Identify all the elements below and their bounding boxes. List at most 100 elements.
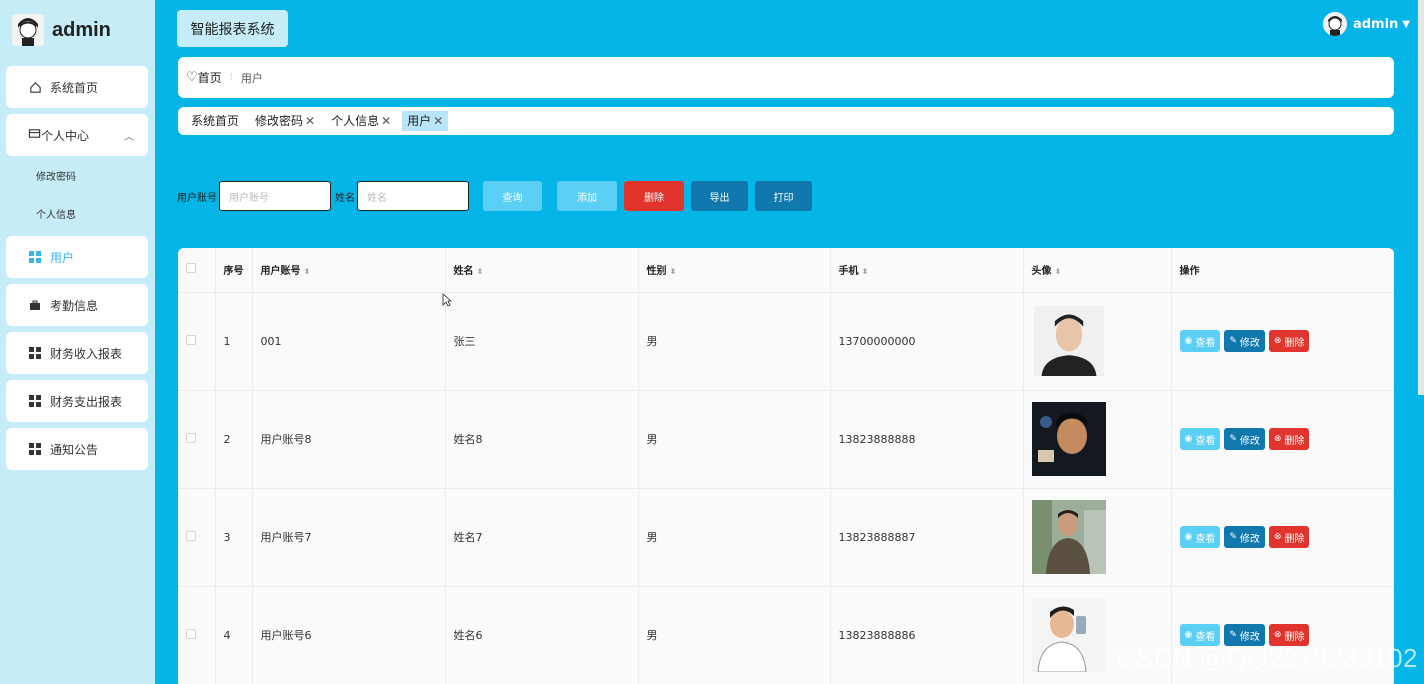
delete-button[interactable]: 删除: [624, 181, 684, 211]
edit-button[interactable]: ✎ 修改: [1224, 428, 1265, 450]
tab-password[interactable]: 修改密码 ✕: [250, 111, 320, 131]
pencil-icon: ✎: [1229, 434, 1237, 444]
row-delete-button[interactable]: ⊗ 删除: [1268, 526, 1310, 548]
close-icon[interactable]: ✕: [381, 114, 391, 128]
account-input[interactable]: 用户账号: [219, 181, 331, 211]
view-button[interactable]: ◉ 查看: [1179, 330, 1221, 352]
table-row: 2 用户账号8 姓名8 男 13823888888 ◉ 查看 ✎ 修改 ⊗ 删除: [178, 390, 1394, 489]
sidebar-item-expense[interactable]: 财务支出报表: [6, 380, 148, 422]
cell-gender: 男: [638, 292, 831, 391]
print-button[interactable]: 打印: [755, 181, 812, 211]
view-label: 查看: [1195, 435, 1216, 447]
scrollbar[interactable]: [1418, 0, 1424, 395]
cell-avatar: [1023, 292, 1172, 391]
edit-label: 修改: [1239, 435, 1260, 447]
sort-icon[interactable]: ⬍: [862, 267, 869, 276]
cell-index: 3: [215, 488, 253, 587]
tab-label: 修改密码: [255, 114, 304, 128]
sidebar-subitem-profile[interactable]: 个人信息: [6, 194, 148, 232]
briefcase-icon: [28, 298, 42, 312]
row-checkbox[interactable]: [186, 432, 196, 443]
view-label: 查看: [1195, 337, 1216, 349]
tab-label: 系统首页: [191, 114, 240, 128]
pencil-icon: ✎: [1229, 336, 1237, 346]
edit-label: 修改: [1239, 533, 1260, 545]
sort-icon[interactable]: ⬍: [477, 267, 484, 276]
col-name[interactable]: 姓名 ⬍: [445, 248, 639, 293]
tab-profile[interactable]: 个人信息 ✕: [326, 111, 396, 131]
sidebar-item-label: 系统首页: [50, 80, 99, 95]
col-label: 头像: [1031, 266, 1052, 278]
view-label: 查看: [1195, 631, 1216, 643]
cell-name: 张三: [445, 292, 639, 391]
edit-button[interactable]: ✎ 修改: [1224, 330, 1265, 352]
cell-phone: 13823888888: [830, 390, 1024, 489]
select-all[interactable]: [178, 248, 216, 293]
cell-account: 001: [252, 292, 446, 391]
cell-account: 用户账号6: [252, 586, 446, 684]
tab-label: 用户: [407, 114, 432, 128]
name-input[interactable]: 姓名: [357, 181, 469, 211]
tab-users[interactable]: 用户 ✕: [402, 111, 449, 131]
row-checkbox[interactable]: [186, 530, 196, 541]
grid-icon: [28, 442, 42, 456]
col-gender[interactable]: 性别 ⬍: [638, 248, 831, 293]
cell-index: 1: [215, 292, 253, 391]
sidebar-item-attendance[interactable]: 考勤信息: [6, 284, 148, 326]
delete-label: 删除: [1284, 337, 1305, 349]
sidebar-item-label: 考勤信息: [50, 298, 99, 313]
grid-icon: [28, 346, 42, 360]
cell-gender: 男: [638, 390, 831, 489]
cell-index: 4: [215, 586, 253, 684]
sort-icon[interactable]: ⬍: [304, 267, 311, 276]
row-delete-button[interactable]: ⊗ 删除: [1268, 428, 1310, 450]
add-button[interactable]: 添加: [557, 181, 617, 211]
sidebar: admin 系统首页 个人中心 ︿ 修改密码 个人信息 用户 考勤信息 财务收入…: [0, 0, 155, 684]
row-checkbox[interactable]: [186, 334, 196, 345]
account-label: 用户账号: [177, 192, 217, 204]
eye-icon: ◉: [1184, 336, 1193, 346]
sidebar-item-users[interactable]: 用户: [6, 236, 148, 278]
export-button[interactable]: 导出: [691, 181, 748, 211]
row-delete-button[interactable]: ⊗ 删除: [1268, 330, 1310, 352]
tab-home[interactable]: 系统首页: [186, 111, 244, 131]
close-icon[interactable]: ✕: [433, 114, 443, 128]
delete-label: 删除: [1284, 533, 1305, 545]
sidebar-item-label: 用户: [50, 250, 75, 265]
user-menu[interactable]: admin ▼: [1322, 12, 1410, 36]
avatar-photo: [1031, 402, 1106, 476]
sidebar-item-home[interactable]: 系统首页: [6, 66, 148, 108]
watermark: CSDN @QQ2279239102: [1116, 643, 1418, 673]
breadcrumb-home[interactable]: 首页: [198, 69, 222, 86]
view-label: 查看: [1195, 533, 1216, 545]
sidebar-item-notice[interactable]: 通知公告: [6, 428, 148, 470]
edit-button[interactable]: ✎ 修改: [1224, 526, 1265, 548]
pencil-icon: ✎: [1229, 532, 1237, 542]
view-button[interactable]: ◉ 查看: [1179, 526, 1221, 548]
close-icon[interactable]: ✕: [305, 114, 315, 128]
sidebar-item-personal[interactable]: 个人中心 ︿: [6, 114, 148, 156]
cell-phone: 13823888886: [830, 586, 1024, 684]
x-circle-icon: ⊗: [1273, 434, 1282, 444]
col-account[interactable]: 用户账号 ⬍: [252, 248, 446, 293]
row-checkbox[interactable]: [186, 628, 196, 639]
table-row: 1 001 张三 男 13700000000 ◉ 查看 ✎ 修改 ⊗ 删除: [178, 292, 1394, 391]
col-index: 序号: [215, 248, 253, 293]
edit-label: 修改: [1239, 337, 1260, 349]
sidebar-item-income[interactable]: 财务收入报表: [6, 332, 148, 374]
cell-index: 2: [215, 390, 253, 489]
col-actions: 操作: [1171, 248, 1394, 293]
wallet-icon: [28, 127, 41, 143]
cell-name: 姓名7: [445, 488, 639, 587]
sort-icon[interactable]: ⬍: [670, 267, 677, 276]
sort-icon[interactable]: ⬍: [1055, 267, 1062, 276]
brand-title: admin: [52, 18, 111, 41]
delete-label: 删除: [1284, 435, 1305, 447]
checkbox[interactable]: [186, 263, 196, 274]
col-avatar[interactable]: 头像 ⬍: [1023, 248, 1172, 293]
sidebar-subitem-password[interactable]: 修改密码: [6, 156, 148, 194]
view-button[interactable]: ◉ 查看: [1179, 428, 1221, 450]
sidebar-item-label: 通知公告: [50, 442, 99, 457]
col-phone[interactable]: 手机 ⬍: [830, 248, 1024, 293]
query-button[interactable]: 查询: [483, 181, 542, 211]
